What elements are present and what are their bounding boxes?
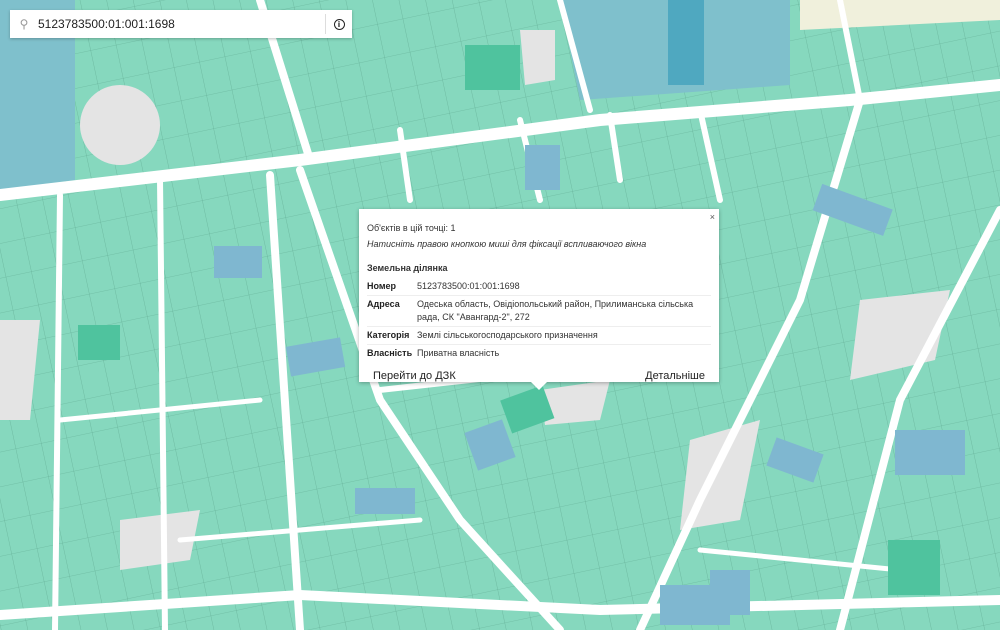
row-value: Одеська область, Овідіопольський район, … <box>417 295 711 327</box>
search-input[interactable] <box>38 12 325 36</box>
table-row: Власність Приватна власність <box>367 345 711 363</box>
parcel-info-popup: × Об'єктів в цій точці: 1 Натисніть прав… <box>359 209 719 390</box>
parcel-attributes-table: Номер 5123783500:01:001:1698 Адреса Одеськ… <box>367 278 711 362</box>
info-icon: i <box>333 18 345 30</box>
search-icon[interactable]: ⚲ <box>10 17 38 31</box>
row-key: Категорія <box>367 326 417 345</box>
row-value: Приватна власність <box>417 348 500 358</box>
table-row: Категорія Землі сільськогосподарського пр… <box>367 326 711 345</box>
info-button[interactable]: i <box>326 10 352 38</box>
close-icon[interactable]: × <box>710 212 715 222</box>
row-key: Номер <box>367 278 417 296</box>
cadastral-search-bar: ⚲ i <box>10 10 352 38</box>
row-value: Землі сільськогосподарського призначення <box>417 326 711 345</box>
popup-title: Земельна ділянка <box>367 263 448 273</box>
details-button[interactable]: Детальніше <box>639 367 711 385</box>
row-key: Адреса <box>367 295 417 327</box>
objects-count: Об'єктів в цій точці: 1 <box>367 223 456 233</box>
row-key: Власність <box>367 348 413 358</box>
table-row: Адреса Одеська область, Овідіопольський р… <box>367 295 711 327</box>
row-value: 5123783500:01:001:1698 <box>417 278 711 296</box>
go-to-dzk-button[interactable]: Перейти до ДЗК <box>367 367 462 385</box>
popup-hint: Натисніть правою кнопкою миші для фіксац… <box>367 239 647 249</box>
table-row: Номер 5123783500:01:001:1698 <box>367 278 711 296</box>
